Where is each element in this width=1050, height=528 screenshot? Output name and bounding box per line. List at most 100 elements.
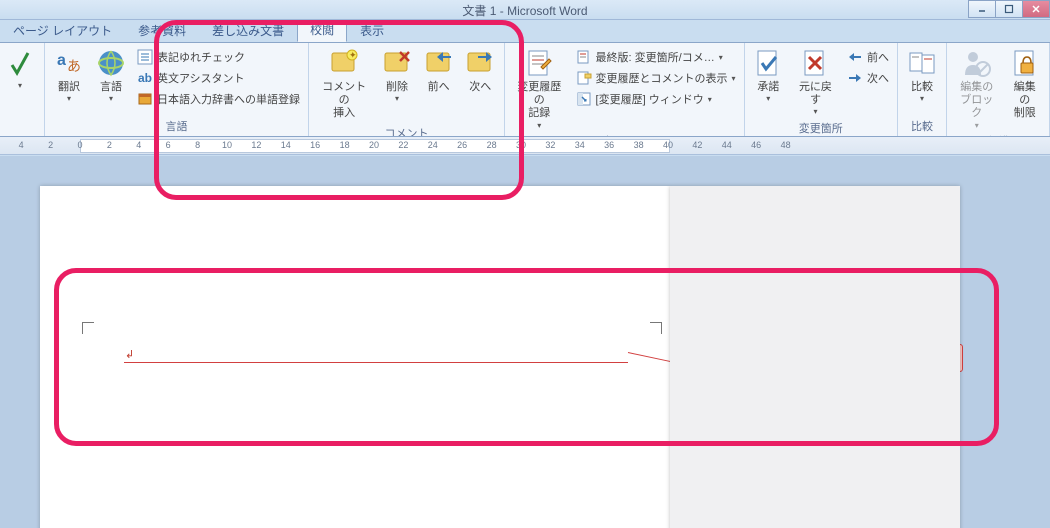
comment-pane [670,186,960,528]
prev-change-label: 前へ [867,49,889,65]
next-change-button[interactable]: 次へ [843,68,893,88]
prev-comment-label: 前へ [428,81,450,94]
group-tracking: 変更履歴の 記録 ▾ 最終版: 変更箇所/コメ… ▾ 変更履歴とコメントの表示 … [505,43,745,136]
horizontal-ruler[interactable]: 4202468101214161820222426283032343638404… [0,137,1050,155]
ruler-tick: 30 [516,140,526,150]
page-margin-corner-tr [650,322,662,334]
proofing-partial-button[interactable]: ▾ [0,45,40,91]
translate-button[interactable]: aあ 翻訳 ▾ [49,45,89,105]
ruler-tick: 22 [398,140,408,150]
delete-comment-button[interactable]: 削除 ▾ [377,45,417,105]
ruler-tick: 32 [545,140,555,150]
language-label: 言語 [100,81,122,94]
group-label-compare: 比較 [902,116,942,136]
ruler-tick: 2 [48,140,53,150]
ruler-tick: 38 [634,140,644,150]
title-bar: 文書 1 - Microsoft Word [0,0,1050,20]
ribbon: ▾ aあ 翻訳 ▾ 言語 ▾ [0,42,1050,137]
next-comment-button[interactable]: 次へ [460,45,500,96]
check-icon [4,47,36,79]
prev-change-button[interactable]: 前へ [843,47,893,67]
compare-button[interactable]: 比較 ▾ [902,45,942,105]
tab-review[interactable]: 校閲 [297,17,347,42]
chevron-down-icon: ▾ [109,96,113,102]
comment-next-icon [464,47,496,79]
document-final-icon [576,49,592,65]
chevron-down-icon: ▾ [395,96,399,102]
insert-comment-button[interactable]: ✦ コメントの 挿入 [313,45,375,123]
ruler-tick: 16 [310,140,320,150]
ruler-tick: 18 [340,140,350,150]
reviewing-pane-label: [変更履歴] ウィンドウ [596,91,704,107]
spelling-check-button[interactable]: 表記ゆれチェック [133,47,304,67]
translate-label: 翻訳 [58,81,80,94]
ruler-tick: 14 [281,140,291,150]
block-authors-button: 編集の ブロック ▾ [951,45,1002,131]
ime-dictionary-button[interactable]: 日本語入力辞書への単語登録 [133,89,304,109]
ruler-tick: 4 [19,140,24,150]
svg-text:✦: ✦ [349,50,357,60]
close-button[interactable] [1022,0,1050,18]
group-proofing-partial: ▾ [0,43,45,136]
restrict-editing-button[interactable]: 編集の 制限 [1004,45,1045,123]
tab-references[interactable]: 参考資料 [125,18,199,42]
track-changes-icon [523,47,555,79]
globe-icon [95,47,127,79]
chevron-down-icon: ▾ [708,97,712,103]
reviewing-pane-button[interactable]: [変更履歴] ウィンドウ ▾ [572,89,740,109]
ruler-tick: 36 [604,140,614,150]
chevron-down-icon: ▾ [537,123,541,129]
document-page[interactable]: ↲ コメント [U1]: ↲ [40,186,670,528]
chevron-down-icon: ▾ [719,55,723,61]
display-for-review-label: 最終版: 変更箇所/コメ… [596,49,715,65]
group-compare: 比較 ▾ 比較 [898,43,947,136]
language-button[interactable]: 言語 ▾ [91,45,131,105]
insert-comment-label: コメントの 挿入 [317,81,371,121]
tab-mailings[interactable]: 差し込み文書 [199,18,297,42]
restrict-label: 編集の 制限 [1008,81,1041,121]
display-for-review-dropdown[interactable]: 最終版: 変更箇所/コメ… ▾ [572,47,740,67]
window-controls [969,0,1050,18]
show-markup-button[interactable]: 変更履歴とコメントの表示 ▾ [572,68,740,88]
arrow-prev-icon [847,49,863,65]
chevron-down-icon: ▾ [67,96,71,102]
ruler-tick: 8 [195,140,200,150]
next-comment-label: 次へ [469,81,491,94]
group-comments: ✦ コメントの 挿入 削除 ▾ 前へ 次へ [309,43,505,136]
maximize-button[interactable] [995,0,1023,18]
group-changes: 承諾 ▾ 元に戻す ▾ 前へ [745,43,898,136]
reject-button[interactable]: 元に戻す ▾ [790,45,841,118]
chevron-down-icon: ▾ [975,123,979,129]
track-changes-button[interactable]: 変更履歴の 記録 ▾ [509,45,570,131]
group-label-comments: コメント [313,123,500,137]
block-authors-label: 編集の ブロック [955,81,998,121]
chevron-down-icon: ▾ [18,83,22,89]
ruler-tick: 42 [692,140,702,150]
accept-button[interactable]: 承諾 ▾ [749,45,788,105]
ruler-tick: 6 [166,140,171,150]
english-assistant-button[interactable]: ab 英文アシスタント [133,68,304,88]
page-margin-corner-tl [82,322,94,334]
comment-prev-icon [423,47,455,79]
prev-comment-button[interactable]: 前へ [419,45,459,96]
tab-page-layout[interactable]: ページ レイアウト [0,18,125,42]
ruler-tick: 34 [575,140,585,150]
svg-text:あ: あ [67,58,81,74]
ruler-tick: 40 [663,140,673,150]
restrict-icon [1009,47,1041,79]
ruler-tick: 10 [222,140,232,150]
minimize-button[interactable] [968,0,996,18]
ruler-tick: 2 [107,140,112,150]
svg-text:a: a [57,52,66,69]
chevron-down-icon: ▾ [920,96,924,102]
show-markup-label: 変更履歴とコメントの表示 [596,70,728,86]
reject-icon [799,47,831,79]
chevron-down-icon: ▾ [766,96,770,102]
ruler-tick: 28 [487,140,497,150]
paragraph-mark: ↲ [125,348,134,361]
compare-label: 比較 [911,81,933,94]
tab-view[interactable]: 表示 [347,18,397,42]
pane-icon [576,91,592,107]
ruler-tick: 44 [722,140,732,150]
show-markup-icon [576,70,592,86]
